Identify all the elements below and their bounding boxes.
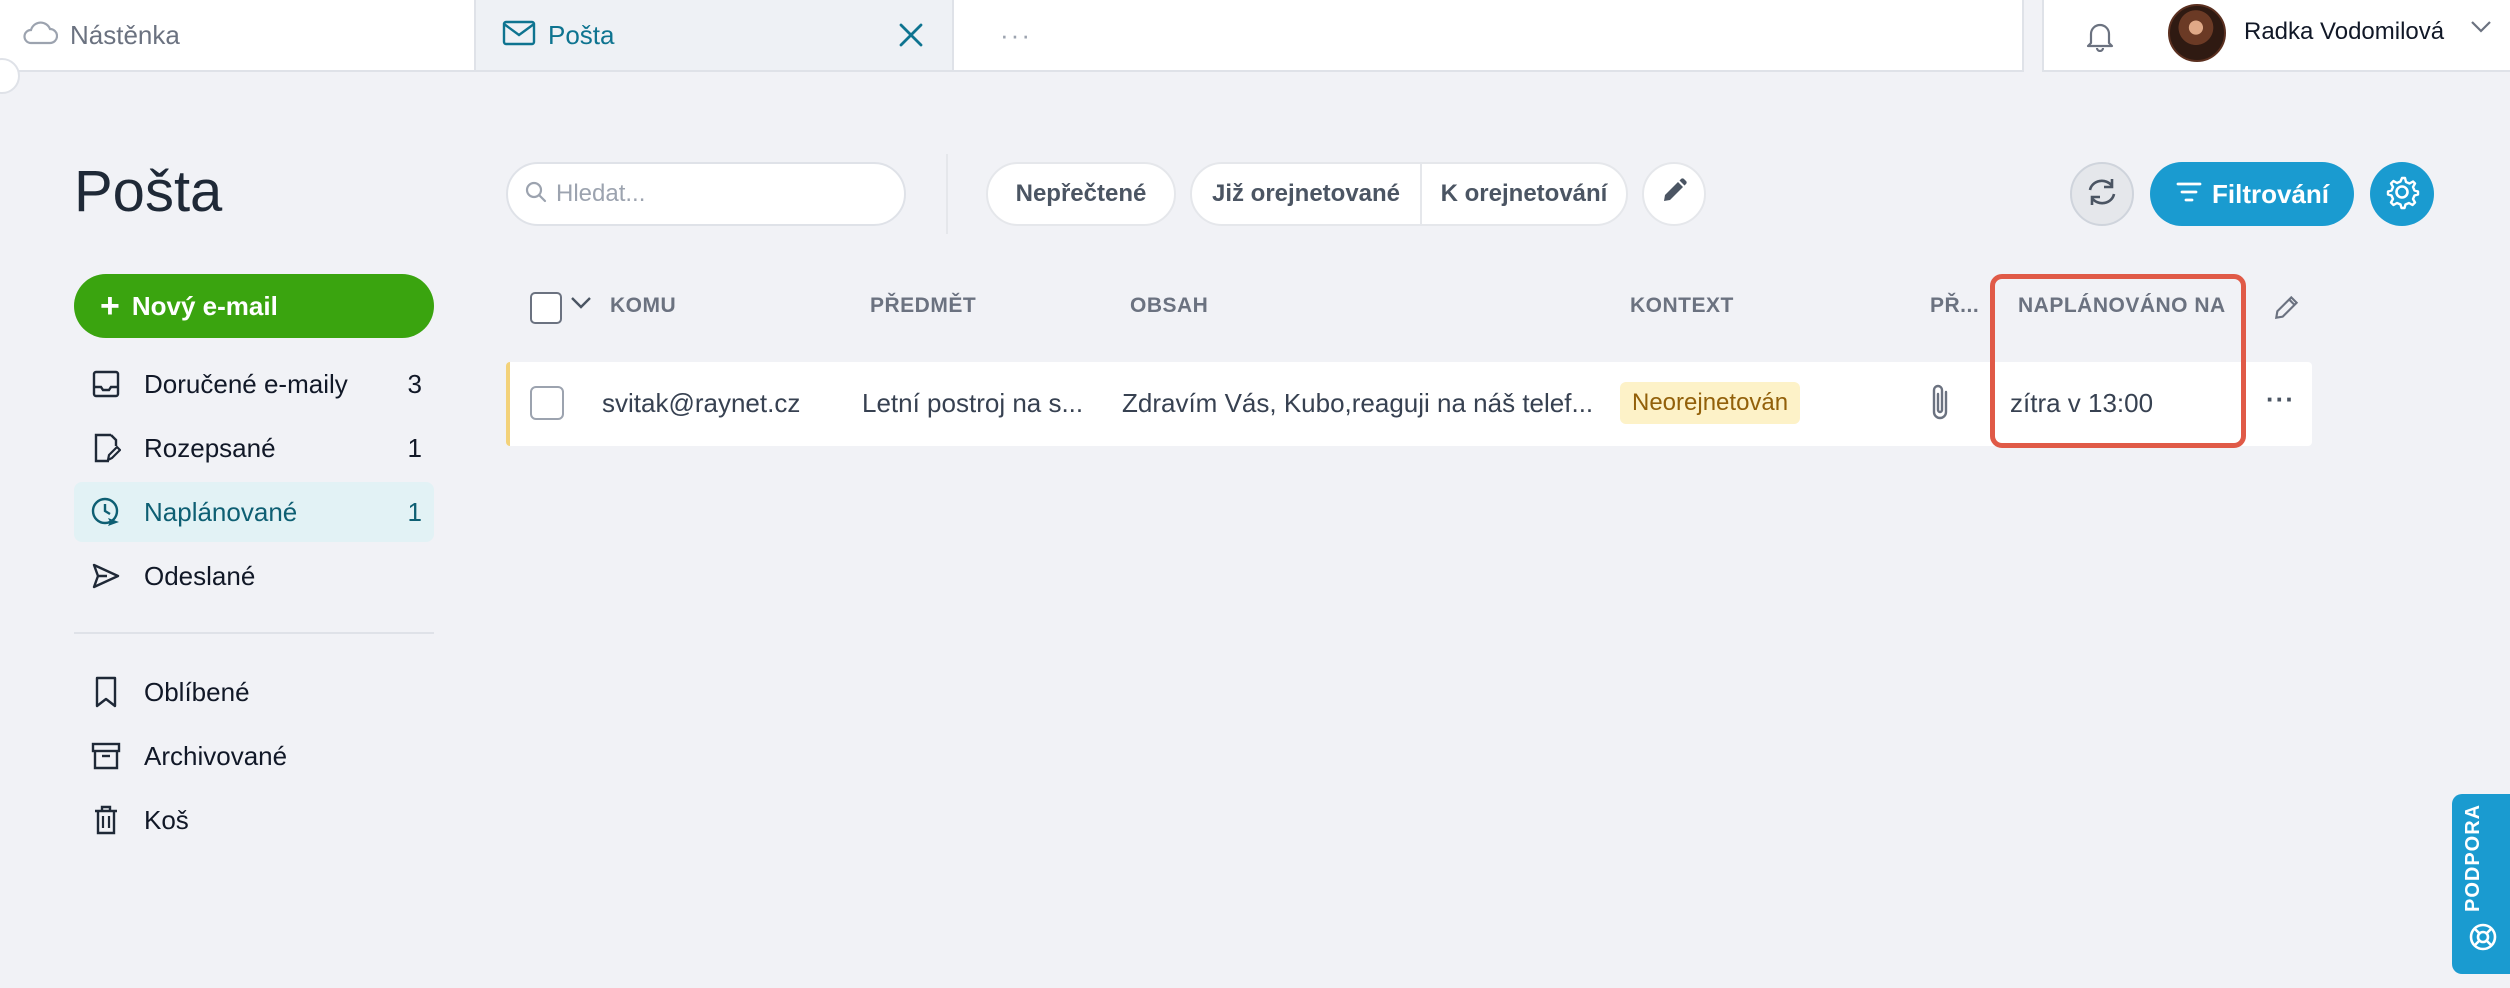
sidebar-item-label: Oblíbené — [144, 676, 250, 707]
bookmark-icon — [88, 674, 124, 710]
paperclip-icon — [1926, 380, 1956, 429]
column-header-content[interactable]: OBSAH — [1130, 294, 1208, 318]
sidebar-item-sent[interactable]: Odeslané — [74, 546, 434, 606]
sidebar-divider — [74, 632, 434, 634]
sidebar-item-inbox[interactable]: Doručené e-maily 3 — [74, 354, 434, 414]
orientation-filter-group: Již orejnetované K orejnetování — [1190, 162, 1628, 226]
support-tab[interactable]: PODPORA — [2452, 794, 2510, 974]
new-mail-button[interactable]: + Nový e-mail — [74, 274, 434, 338]
more-tabs-icon: ··· — [1000, 19, 1032, 50]
sidebar-item-count: 3 — [407, 368, 422, 399]
filter-button[interactable]: Filtrování — [2150, 162, 2354, 226]
avatar[interactable] — [2168, 4, 2226, 62]
tab-more[interactable]: ··· — [952, 0, 2024, 72]
context-badge[interactable]: Neorejnetován — [1620, 382, 1801, 424]
chevron-down-icon[interactable] — [570, 296, 592, 315]
sidebar-item-count: 1 — [407, 496, 422, 527]
lifebuoy-icon — [2468, 922, 2498, 957]
column-header-context[interactable]: KONTEXT — [1630, 294, 1734, 318]
refresh-icon — [2084, 176, 2120, 213]
draft-icon — [88, 430, 124, 466]
mail-folders-nav: Doručené e-maily 3 Rozepsané 1 Naplánova… — [74, 354, 434, 854]
edit-filters-button[interactable] — [1642, 162, 1706, 226]
sidebar-item-favorites[interactable]: Oblíbené — [74, 662, 434, 722]
cell-content: Zdravím Vás, Kubo,reaguji na náš telef..… — [1122, 388, 1594, 418]
page-title: Pošta — [74, 159, 223, 224]
filter-label: Filtrování — [2212, 178, 2330, 209]
tab-dashboard-label: Nástěnka — [70, 19, 180, 50]
support-label: PODPORA — [2462, 803, 2484, 912]
row-checkbox[interactable] — [530, 386, 564, 420]
column-header-attachments[interactable]: PŘ... — [1930, 294, 1979, 318]
select-all-checkbox[interactable] — [530, 292, 562, 324]
sidebar-item-label: Archivované — [144, 740, 288, 771]
settings-button[interactable] — [2370, 162, 2434, 226]
scheduled-icon — [88, 494, 124, 530]
search-input[interactable] — [556, 180, 876, 208]
column-header-to[interactable]: KOMU — [610, 294, 676, 318]
tab-dashboard[interactable]: Nástěnka — [0, 0, 476, 72]
trash-icon — [88, 802, 124, 838]
edit-columns-icon[interactable] — [2272, 292, 2302, 327]
tab-mail-label: Pošta — [548, 19, 615, 50]
sidebar-item-archived[interactable]: Archivované — [74, 726, 434, 786]
user-panel: Radka Vodomilová — [2042, 0, 2510, 72]
chevron-down-icon[interactable] — [2470, 20, 2492, 39]
top-tab-bar: Nástěnka Pošta ··· Radka Vodomilová — [0, 0, 2510, 74]
filter-lines-icon — [2176, 179, 2202, 210]
plus-icon: + — [100, 287, 120, 325]
sidebar-item-label: Koš — [144, 804, 189, 835]
tab-mail[interactable]: Pošta — [474, 0, 954, 72]
gear-icon — [2384, 174, 2420, 215]
toolbar-divider — [946, 154, 948, 234]
sidebar-item-trash[interactable]: Koš — [74, 790, 434, 850]
sidebar-item-label: Doručené e-maily — [144, 368, 348, 399]
cloud-icon — [22, 20, 59, 51]
sidebar-item-count: 1 — [407, 432, 422, 463]
filter-to-orient-button[interactable]: K orejnetování — [1422, 164, 1626, 224]
close-icon[interactable] — [894, 18, 928, 52]
filter-unread-button[interactable]: Nepřečtené — [986, 162, 1176, 226]
refresh-button[interactable] — [2070, 162, 2134, 226]
inbox-icon — [88, 366, 124, 402]
cell-subject: Letní postroj na s... — [862, 388, 1084, 418]
sidebar-item-label: Odeslané — [144, 560, 256, 591]
bell-icon[interactable] — [2080, 16, 2120, 56]
sidebar-item-label: Naplánované — [144, 496, 298, 527]
archive-icon — [88, 738, 124, 774]
sidebar-item-drafts[interactable]: Rozepsané 1 — [74, 418, 434, 478]
mail-icon — [502, 20, 536, 51]
send-icon — [88, 558, 124, 594]
search-icon — [524, 180, 548, 209]
new-mail-label: Nový e-mail — [131, 290, 278, 321]
search-box[interactable] — [506, 162, 906, 226]
scheduled-column-highlight — [1990, 274, 2246, 448]
filter-already-oriented-button[interactable]: Již orejnetované — [1192, 164, 1422, 224]
more-actions-icon[interactable]: ··· — [2266, 384, 2295, 415]
user-name[interactable]: Radka Vodomilová — [2244, 18, 2444, 46]
cell-to: svitak@raynet.cz — [602, 388, 801, 418]
sidebar-item-scheduled[interactable]: Naplánované 1 — [74, 482, 434, 542]
column-header-subject[interactable]: PŘEDMĚT — [870, 294, 976, 318]
sidebar-item-label: Rozepsané — [144, 432, 276, 463]
pencil-icon — [1660, 177, 1688, 212]
